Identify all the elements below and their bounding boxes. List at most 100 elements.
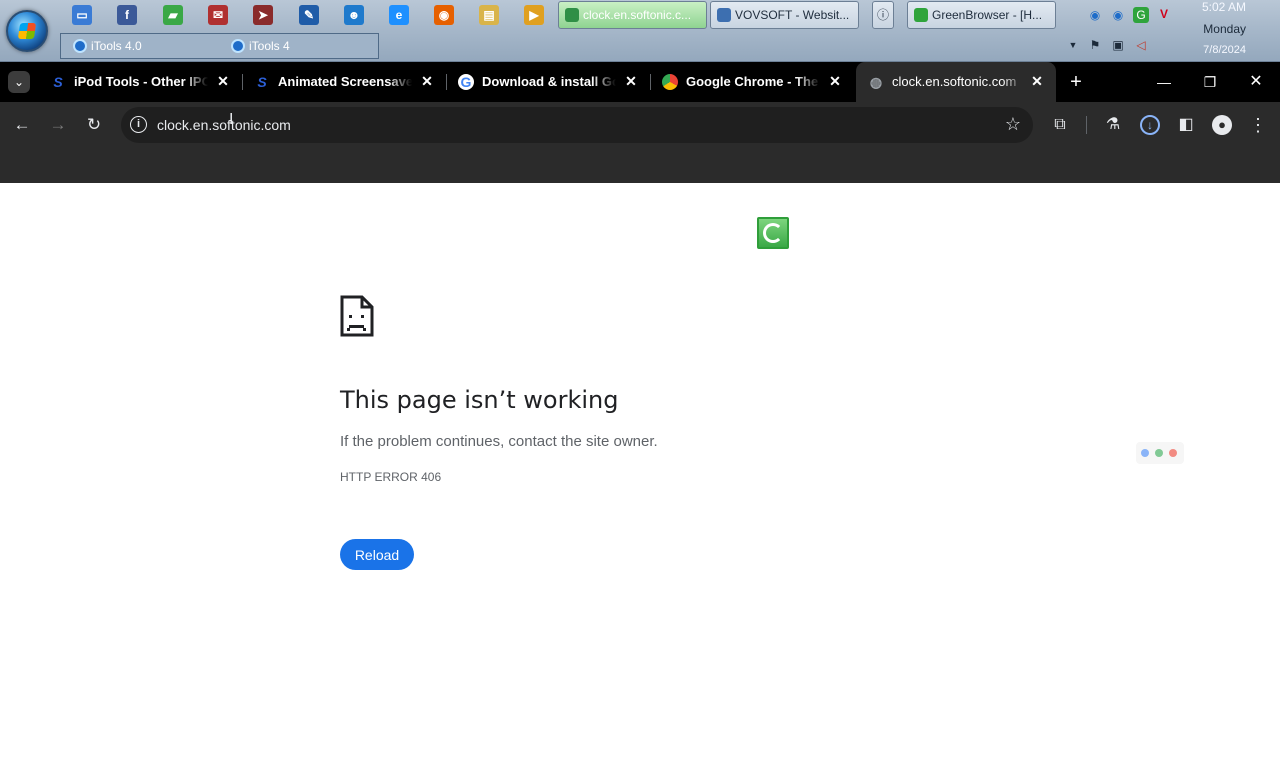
menu-button[interactable]: ⋮ <box>1246 113 1270 137</box>
bookmark-star-icon[interactable]: ☆ <box>1005 114 1021 135</box>
browser-toolbar: ← → ↻ i clock.en.softonic.com ☆ ⧉ ⚗ ↓ ◧ … <box>0 102 1280 148</box>
arrow-left-icon: ← <box>13 115 31 134</box>
restore-button[interactable]: ❐ <box>1187 62 1233 102</box>
internet-explorer-icon[interactable]: e <box>389 5 409 25</box>
chrome-window-icon <box>565 8 579 22</box>
close-tab-icon[interactable]: ✕ <box>214 72 232 90</box>
clock-time[interactable]: 5:02 AM <box>1202 0 1246 14</box>
globe-icon: ◍ <box>869 74 883 90</box>
taskbar-itools-4-0-label: iTools 4.0 <box>91 39 142 53</box>
back-button[interactable]: ← <box>10 113 34 137</box>
close-tab-icon[interactable]: ✕ <box>622 72 640 90</box>
chevron-down-icon: ⌄ <box>13 75 25 89</box>
firefox-icon[interactable]: ◉ <box>434 5 454 25</box>
flask-icon: ⚗ <box>1105 116 1121 133</box>
tab-search-button[interactable]: ⌄ <box>8 71 30 93</box>
taskbar-window-clock-softonic[interactable]: clock.en.softonic.c... <box>558 1 707 29</box>
network-icon[interactable]: ▣ <box>1110 37 1126 53</box>
tab-download-install[interactable]: G Download & install Goo ✕ <box>446 62 650 102</box>
itools-window-group: iTools 4.0 iTools 4 <box>60 33 379 59</box>
folder-icon[interactable]: ▤ <box>479 5 499 25</box>
clock-day[interactable]: Monday <box>1203 22 1246 36</box>
taskbar-window-label: clock.en.softonic.c... <box>583 8 692 22</box>
tab-ipod-tools[interactable]: S iPod Tools - Other IPOD ✕ <box>38 62 242 102</box>
green-app-icon[interactable]: ▰ <box>163 5 183 25</box>
address-bar[interactable]: i clock.en.softonic.com ☆ <box>121 107 1033 143</box>
facebook-icon[interactable]: f <box>117 5 137 25</box>
close-tab-icon[interactable]: ✕ <box>418 72 436 90</box>
clock-date[interactable]: 7/8/2024 <box>1203 44 1246 56</box>
toolbar-spacer <box>0 148 1280 183</box>
mail-app-icon[interactable]: ✉ <box>208 5 228 25</box>
taskbar-info-button[interactable]: ⓘ <box>872 1 894 29</box>
extensions-button[interactable]: ⧉ <box>1048 113 1072 137</box>
taskbar-itools-4-label: iTools 4 <box>249 39 290 53</box>
vivaldi-tray-icon[interactable]: V <box>1156 6 1172 22</box>
address-url[interactable]: clock.en.softonic.com <box>157 117 291 133</box>
itools-icon <box>231 39 245 53</box>
google-icon: G <box>458 74 474 90</box>
speaker-muted-icon[interactable]: ◁ <box>1133 37 1149 53</box>
tab-clock-softonic[interactable]: ◍ clock.en.softonic.com ✕ <box>856 62 1056 102</box>
softonic-icon: S <box>53 74 63 90</box>
close-tab-icon[interactable]: ✕ <box>826 72 844 90</box>
taskbar-window-label: VOVSOFT - Websit... <box>735 8 850 22</box>
restore-icon: ❐ <box>1203 74 1217 90</box>
reload-button[interactable]: ↻ <box>82 113 106 137</box>
taskbar-itools-4-0[interactable]: iTools 4.0 <box>69 36 142 57</box>
red-dot <box>1169 449 1177 457</box>
arrow-right-icon: → <box>49 115 67 134</box>
chevron-down-icon[interactable]: ▼ <box>1065 37 1081 53</box>
start-button[interactable] <box>6 10 48 52</box>
tab-title: clock.en.softonic.com <box>892 74 1026 89</box>
greenbrowser-floating-icon[interactable] <box>757 217 789 249</box>
tab-animated-screensaver[interactable]: S Animated Screensaver M ✕ <box>242 62 446 102</box>
tab-title: Download & install Goo <box>482 74 616 89</box>
downloads-button[interactable]: ↓ <box>1138 113 1162 137</box>
green-dot <box>1155 449 1163 457</box>
error-message: If the problem continues, contact the si… <box>340 433 658 450</box>
itools-icon <box>73 39 87 53</box>
close-window-button[interactable]: ✕ <box>1233 62 1279 102</box>
vovsoft-window-icon <box>717 8 731 22</box>
itools-tray-icon[interactable]: ◉ <box>1087 7 1103 23</box>
close-tab-icon[interactable]: ✕ <box>1028 72 1046 90</box>
reload-icon: ↻ <box>86 115 102 134</box>
puzzle-icon: ⧉ <box>1054 116 1066 133</box>
site-info-icon[interactable]: i <box>130 116 147 133</box>
kebab-menu-icon: ⋮ <box>1249 115 1267 135</box>
g-letter-icon <box>763 223 783 243</box>
minimize-button[interactable]: — <box>1141 62 1187 102</box>
taskbar-window-label: GreenBrowser - [H... <box>932 8 1043 22</box>
editor-app-icon[interactable]: ✎ <box>299 5 319 25</box>
greenbrowser-window-icon <box>914 8 928 22</box>
info-circle-icon: ⓘ <box>876 8 889 22</box>
taskbar-itools-4[interactable]: iTools 4 <box>227 36 290 57</box>
error-title: This page isn’t working <box>340 386 619 414</box>
taskbar-window-vovsoft[interactable]: VOVSOFT - Websit... <box>710 1 859 29</box>
forward-button[interactable]: → <box>46 113 70 137</box>
itools-tray-icon[interactable]: ◉ <box>1110 7 1126 23</box>
side-panel-icon: ◧ <box>1178 116 1194 133</box>
loading-dots-widget <box>1136 442 1184 464</box>
side-panel-button[interactable]: ◧ <box>1174 113 1198 137</box>
people-app-icon[interactable]: ☻ <box>344 5 364 25</box>
page-content: This page isn’t working If the problem c… <box>0 183 1280 768</box>
explorer-window-icon[interactable]: ▭ <box>72 5 92 25</box>
labs-button[interactable]: ⚗ <box>1101 113 1125 137</box>
tab-title: iPod Tools - Other IPOD <box>74 74 208 89</box>
tab-google-chrome[interactable]: Google Chrome - The Fa ✕ <box>650 62 854 102</box>
new-tab-button[interactable]: + <box>1065 71 1087 93</box>
windows-taskbar: ▭ f ▰ ✉ ➤ ✎ ☻ e ◉ ▤ ▶ iTools 4.0 iTools 4 clock.en… <box>0 0 1280 62</box>
flag-icon[interactable]: ⚑ <box>1087 37 1103 53</box>
greenbrowser-tray-icon[interactable]: G <box>1133 7 1149 23</box>
media-player-icon[interactable]: ▶ <box>524 5 544 25</box>
arrow-app-icon[interactable]: ➤ <box>253 5 273 25</box>
chrome-icon <box>662 74 678 90</box>
plus-icon: + <box>1070 71 1082 93</box>
text-cursor-icon: I <box>229 111 234 128</box>
close-icon: ✕ <box>1249 73 1263 90</box>
reload-page-button[interactable]: Reload <box>340 539 414 570</box>
profile-button[interactable]: ● <box>1210 113 1234 137</box>
taskbar-window-greenbrowser[interactable]: GreenBrowser - [H... <box>907 1 1056 29</box>
